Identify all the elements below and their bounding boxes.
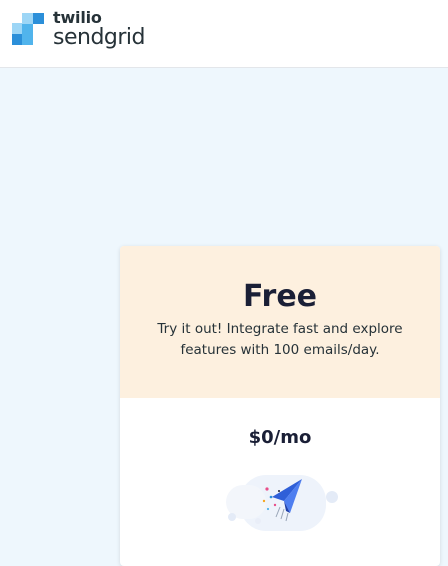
free-plan-card[interactable]: Free Try it out! Integrate fast and expl… [120, 246, 440, 566]
plan-description: Try it out! Integrate fast and explore f… [157, 321, 403, 358]
twilio-sendgrid-logo[interactable]: twilio sendgrid [12, 8, 146, 50]
plan-price: $0/mo [248, 427, 312, 448]
logo-twilio-text: twilio [53, 8, 102, 27]
plan-header: Free Try it out! Integrate fast and expl… [120, 246, 440, 398]
paper-plane-icon [226, 475, 338, 531]
plan-name: Free [242, 279, 318, 314]
logo-sendgrid-text: sendgrid [53, 25, 146, 50]
top-header: twilio sendgrid [0, 0, 448, 68]
sendgrid-logo-icon [12, 13, 44, 45]
logo-wordmark: twilio sendgrid [53, 8, 146, 50]
